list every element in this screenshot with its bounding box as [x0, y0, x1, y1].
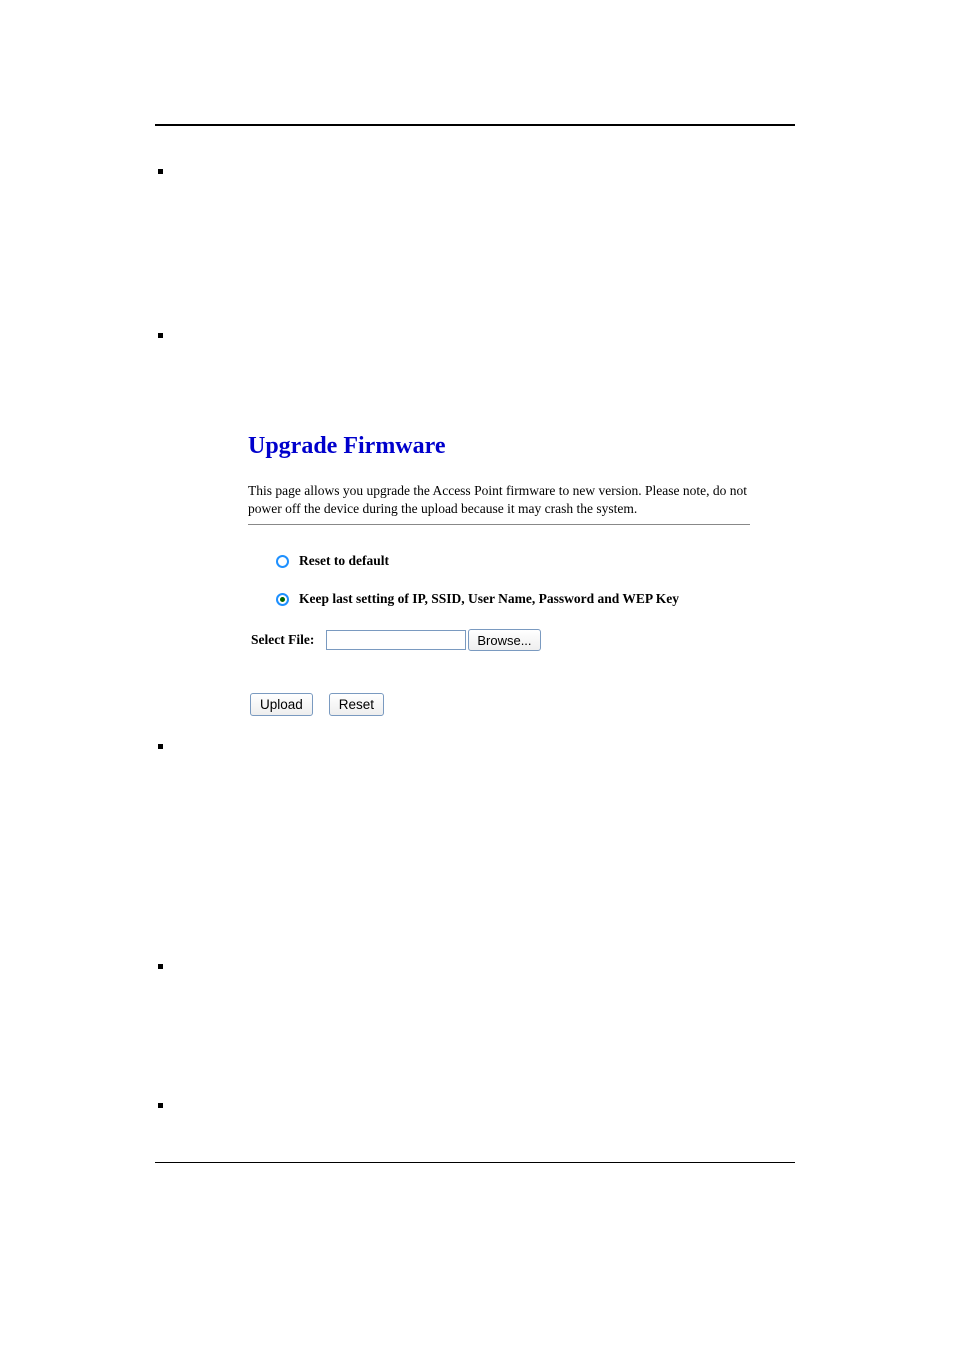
- upload-button[interactable]: Upload: [250, 693, 313, 716]
- panel-title: Upgrade Firmware: [248, 433, 750, 460]
- radio-icon[interactable]: [276, 555, 289, 568]
- page-top-rule: [155, 124, 795, 126]
- bullet-marker: [158, 1103, 163, 1108]
- bullet-marker: [158, 964, 163, 969]
- file-path-input[interactable]: [326, 630, 466, 650]
- page-bottom-rule: [155, 1162, 795, 1163]
- action-button-row: Upload Reset: [250, 693, 750, 716]
- select-file-label: Select File:: [251, 632, 314, 648]
- option-label: Reset to default: [299, 553, 389, 569]
- browse-button[interactable]: Browse...: [468, 629, 540, 651]
- option-label: Keep last setting of IP, SSID, User Name…: [299, 591, 679, 607]
- upgrade-firmware-panel: Upgrade Firmware This page allows you up…: [248, 433, 750, 716]
- bullet-marker: [158, 744, 163, 749]
- file-select-row: Select File: Browse...: [251, 629, 750, 651]
- option-keep-settings[interactable]: Keep last setting of IP, SSID, User Name…: [276, 591, 750, 607]
- radio-icon[interactable]: [276, 593, 289, 606]
- bullet-marker: [158, 169, 163, 174]
- option-reset-default[interactable]: Reset to default: [276, 553, 750, 569]
- panel-description: This page allows you upgrade the Access …: [248, 482, 750, 525]
- bullet-marker: [158, 333, 163, 338]
- reset-button[interactable]: Reset: [329, 693, 384, 716]
